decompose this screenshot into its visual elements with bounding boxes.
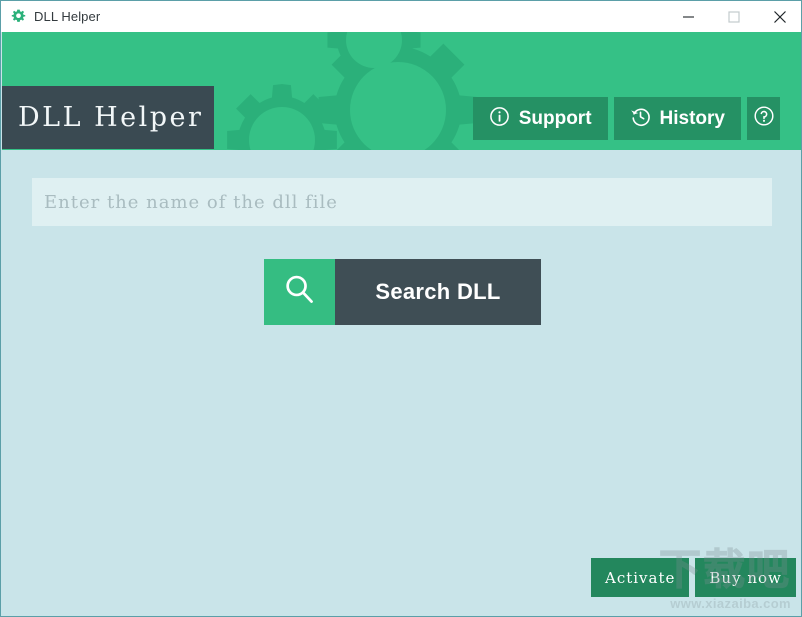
- app-window: DLL Helper DLL Helper Support History En…: [0, 0, 802, 617]
- buy-now-button-label: Buy now: [709, 568, 782, 587]
- app-header: DLL Helper Support History: [2, 32, 801, 150]
- app-logo-text: DLL Helper: [18, 102, 204, 133]
- minimize-icon: [682, 16, 694, 18]
- activate-button[interactable]: Activate: [591, 558, 690, 597]
- history-button-label: History: [659, 107, 725, 129]
- support-button-label: Support: [518, 107, 592, 129]
- history-clock-icon: [630, 106, 651, 132]
- support-button[interactable]: Support: [472, 97, 608, 140]
- main-content: Search DLL Activate Buy now: [2, 150, 801, 616]
- title-bar-left: DLL Helper: [1, 9, 665, 24]
- search-input[interactable]: [32, 178, 772, 226]
- header-actions: Support History: [472, 97, 780, 140]
- window-controls: [665, 1, 801, 32]
- search-dll-button-label: Search DLL: [375, 279, 501, 304]
- history-button[interactable]: History: [613, 97, 741, 140]
- help-button[interactable]: [747, 97, 780, 140]
- search-button-body: Search DLL: [335, 259, 541, 325]
- gear-icon: [11, 9, 26, 24]
- search-button-icon-box: [264, 259, 335, 325]
- close-icon: [774, 10, 786, 23]
- search-icon: [283, 273, 316, 311]
- buy-now-button[interactable]: Buy now: [695, 558, 796, 597]
- question-circle-icon: [753, 105, 775, 132]
- close-button[interactable]: [757, 1, 801, 32]
- app-logo: DLL Helper: [2, 86, 214, 149]
- search-dll-button[interactable]: Search DLL: [264, 259, 541, 325]
- title-bar: DLL Helper: [1, 1, 801, 32]
- maximize-button[interactable]: [711, 1, 757, 32]
- info-circle-icon: [489, 106, 510, 132]
- footer-actions: Activate Buy now: [591, 558, 796, 597]
- activate-button-label: Activate: [605, 568, 676, 587]
- minimize-button[interactable]: [665, 1, 711, 32]
- maximize-icon: [728, 10, 740, 23]
- window-title: DLL Helper: [34, 9, 101, 24]
